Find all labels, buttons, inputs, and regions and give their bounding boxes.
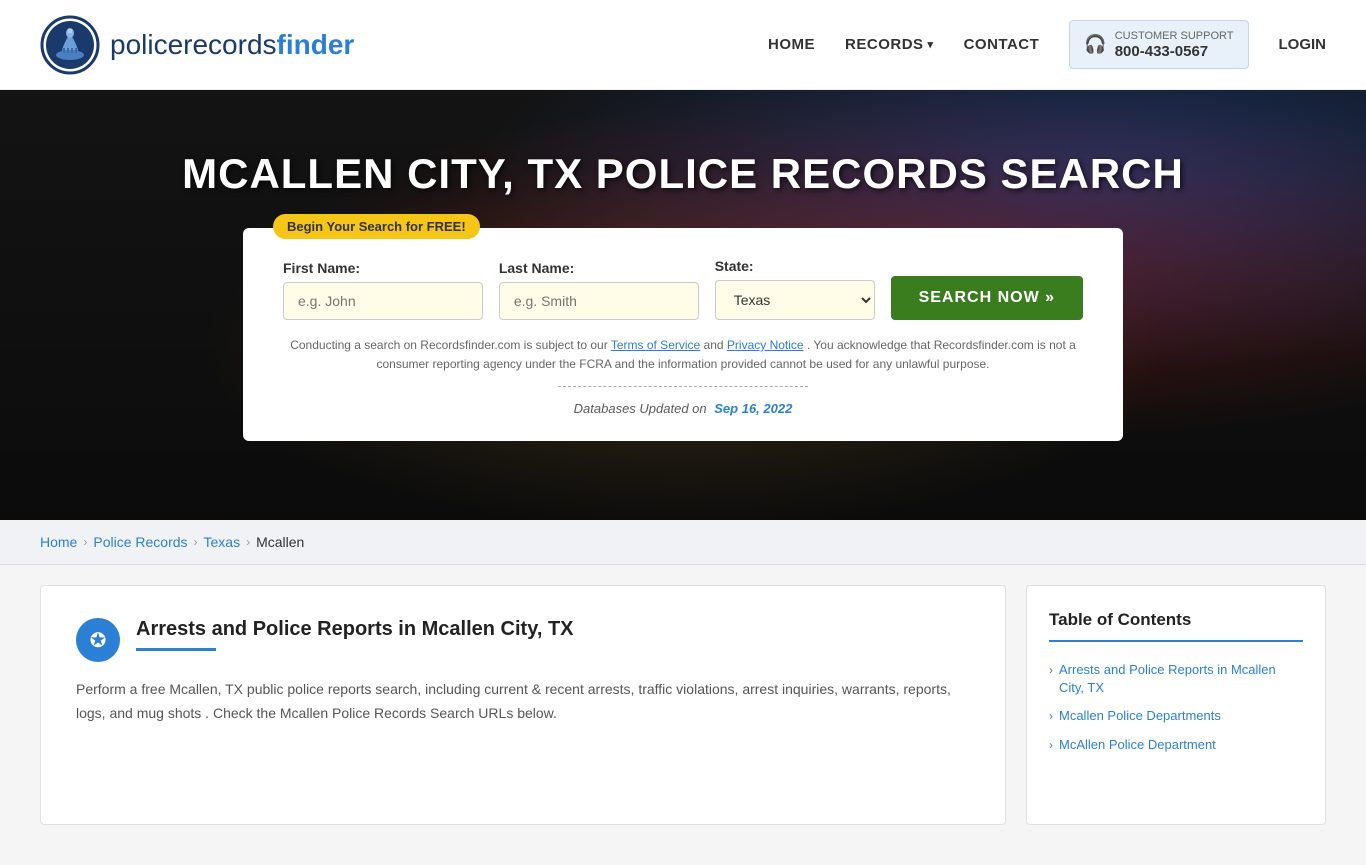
breadcrumb-home[interactable]: Home xyxy=(40,534,77,550)
table-of-contents: Table of Contents › Arrests and Police Re… xyxy=(1026,585,1326,825)
toc-list: › Arrests and Police Reports in Mcallen C… xyxy=(1049,656,1303,759)
hero-section: MCALLEN CITY, TX POLICE RECORDS SEARCH B… xyxy=(0,90,1366,520)
last-name-label: Last Name: xyxy=(499,260,699,276)
main-content: ✪ Arrests and Police Reports in Mcallen … xyxy=(0,565,1366,865)
article-title: Arrests and Police Reports in Mcallen Ci… xyxy=(136,616,574,642)
toc-list-item: › Arrests and Police Reports in Mcallen C… xyxy=(1049,656,1303,702)
toc-link[interactable]: McAllen Police Department xyxy=(1059,736,1216,754)
free-badge: Begin Your Search for FREE! xyxy=(273,214,480,239)
article-title-group: Arrests and Police Reports in Mcallen Ci… xyxy=(136,616,574,651)
headset-icon: 🎧 xyxy=(1084,34,1106,55)
chevron-right-icon: › xyxy=(1049,738,1053,752)
search-fields: First Name: Last Name: State: AlabamaAla… xyxy=(283,258,1083,320)
state-label: State: xyxy=(715,258,875,274)
first-name-input[interactable] xyxy=(283,282,483,320)
support-info: CUSTOMER SUPPORT 800-433-0567 xyxy=(1115,29,1234,60)
toc-divider xyxy=(1049,640,1303,642)
toc-list-item: › Mcallen Police Departments xyxy=(1049,702,1303,730)
logo-text: policerecordsfinder xyxy=(110,29,354,61)
nav-contact[interactable]: CONTACT xyxy=(964,36,1040,53)
support-label: CUSTOMER SUPPORT xyxy=(1115,29,1234,43)
hero-title: MCALLEN CITY, TX POLICE RECORDS SEARCH xyxy=(142,90,1224,228)
chevron-right-icon: › xyxy=(1049,709,1053,723)
nav-records[interactable]: RECORDS ▾ xyxy=(845,36,934,53)
nav-home[interactable]: HOME xyxy=(768,36,815,53)
breadcrumb-sep-2: › xyxy=(194,535,198,549)
article-body: Perform a free Mcallen, TX public police… xyxy=(76,678,970,726)
search-box: Begin Your Search for FREE! First Name: … xyxy=(243,228,1123,441)
breadcrumb-city: Mcallen xyxy=(256,534,304,550)
state-select[interactable]: AlabamaAlaskaArizonaArkansasCaliforniaCo… xyxy=(715,280,875,320)
support-phone: 800-433-0567 xyxy=(1115,43,1234,60)
article-header: ✪ Arrests and Police Reports in Mcallen … xyxy=(76,616,970,662)
nav-login[interactable]: LOGIN xyxy=(1279,36,1327,53)
search-button[interactable]: SEARCH NOW » xyxy=(891,276,1083,320)
first-name-group: First Name: xyxy=(283,260,483,320)
logo-icon xyxy=(40,15,100,75)
breadcrumb-sep-1: › xyxy=(83,535,87,549)
chevron-down-icon: ▾ xyxy=(928,38,934,51)
toc-title: Table of Contents xyxy=(1049,610,1303,630)
article-title-underline xyxy=(136,648,216,651)
logo-area[interactable]: policerecordsfinder xyxy=(40,15,354,75)
last-name-input[interactable] xyxy=(499,282,699,320)
db-update-date: Sep 16, 2022 xyxy=(714,401,792,416)
customer-support-box[interactable]: 🎧 CUSTOMER SUPPORT 800-433-0567 xyxy=(1069,20,1248,69)
privacy-link[interactable]: Privacy Notice xyxy=(727,338,804,352)
article-section: ✪ Arrests and Police Reports in Mcallen … xyxy=(40,585,1006,825)
toc-link[interactable]: Mcallen Police Departments xyxy=(1059,707,1221,725)
divider xyxy=(558,386,808,387)
state-group: State: AlabamaAlaskaArizonaArkansasCalif… xyxy=(715,258,875,320)
first-name-label: First Name: xyxy=(283,260,483,276)
toc-link[interactable]: Arrests and Police Reports in Mcallen Ci… xyxy=(1059,661,1303,697)
main-nav: HOME RECORDS ▾ CONTACT 🎧 CUSTOMER SUPPOR… xyxy=(768,20,1326,69)
site-header: policerecordsfinder HOME RECORDS ▾ CONTA… xyxy=(0,0,1366,90)
breadcrumb-police-records[interactable]: Police Records xyxy=(93,534,187,550)
breadcrumb-sep-3: › xyxy=(246,535,250,549)
disclaimer-text: Conducting a search on Recordsfinder.com… xyxy=(283,336,1083,374)
article-icon: ✪ xyxy=(76,618,120,662)
chevron-right-icon: › xyxy=(1049,663,1053,677)
badge-icon: ✪ xyxy=(90,628,107,653)
tos-link[interactable]: Terms of Service xyxy=(611,338,700,352)
breadcrumb-state[interactable]: Texas xyxy=(204,534,241,550)
breadcrumb: Home › Police Records › Texas › Mcallen xyxy=(0,520,1366,565)
toc-list-item: › McAllen Police Department xyxy=(1049,731,1303,759)
last-name-group: Last Name: xyxy=(499,260,699,320)
db-update: Databases Updated on Sep 16, 2022 xyxy=(283,401,1083,416)
